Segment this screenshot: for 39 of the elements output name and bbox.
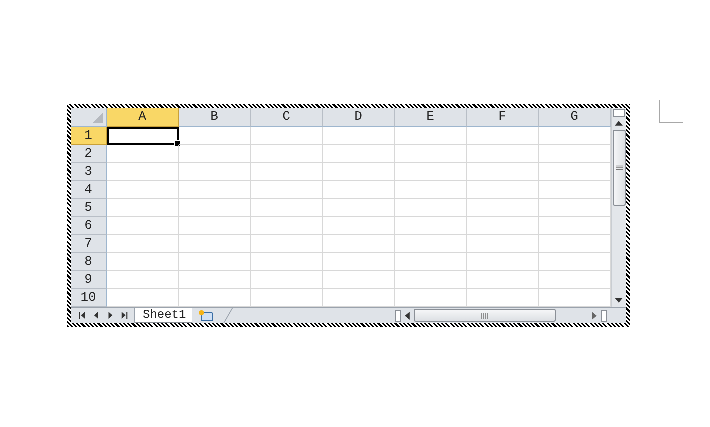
vertical-scrollbar[interactable] <box>611 108 626 307</box>
table-cell[interactable] <box>107 127 179 145</box>
scroll-down-icon[interactable] <box>615 298 623 303</box>
row-header[interactable]: 2 <box>71 145 107 163</box>
row-header[interactable]: 8 <box>71 253 107 271</box>
column-header[interactable]: D <box>323 108 395 127</box>
scroll-right-icon[interactable] <box>592 312 598 320</box>
new-sheet-icon <box>198 310 214 322</box>
column-header[interactable]: A <box>107 108 179 127</box>
first-sheet-icon[interactable] <box>79 312 86 319</box>
row-header[interactable]: 7 <box>71 235 107 253</box>
scroll-thumb[interactable] <box>414 309 556 322</box>
row-header[interactable]: 10 <box>71 289 107 307</box>
row-header[interactable]: 3 <box>71 163 107 181</box>
row-header[interactable]: 6 <box>71 217 107 235</box>
column-header[interactable]: E <box>395 108 467 127</box>
row-header[interactable]: 4 <box>71 181 107 199</box>
corner-triangle-icon <box>93 113 103 123</box>
scroll-thumb[interactable] <box>612 130 626 206</box>
fill-handle[interactable] <box>174 140 181 147</box>
row-header[interactable]: 9 <box>71 271 107 289</box>
scroll-left-icon[interactable] <box>405 312 410 320</box>
scroll-up-icon[interactable] <box>615 121 623 126</box>
previous-sheet-icon[interactable] <box>93 312 100 319</box>
row-header[interactable]: 5 <box>71 199 107 217</box>
column-header[interactable]: F <box>467 108 539 127</box>
select-all-corner[interactable] <box>71 108 107 127</box>
grip-icon <box>481 312 490 318</box>
column-header[interactable]: G <box>539 108 611 127</box>
column-header[interactable]: C <box>251 108 323 127</box>
last-sheet-icon[interactable] <box>121 312 128 319</box>
page-corner-mark <box>659 100 683 123</box>
next-sheet-icon[interactable] <box>107 312 114 319</box>
column-header[interactable]: B <box>179 108 251 127</box>
grip-icon <box>616 165 622 171</box>
sheet-tab[interactable]: Sheet1 <box>135 308 192 323</box>
row-header[interactable]: 1 <box>71 127 107 145</box>
split-box[interactable] <box>601 310 608 322</box>
horizontal-scrollbar[interactable] <box>395 308 608 323</box>
